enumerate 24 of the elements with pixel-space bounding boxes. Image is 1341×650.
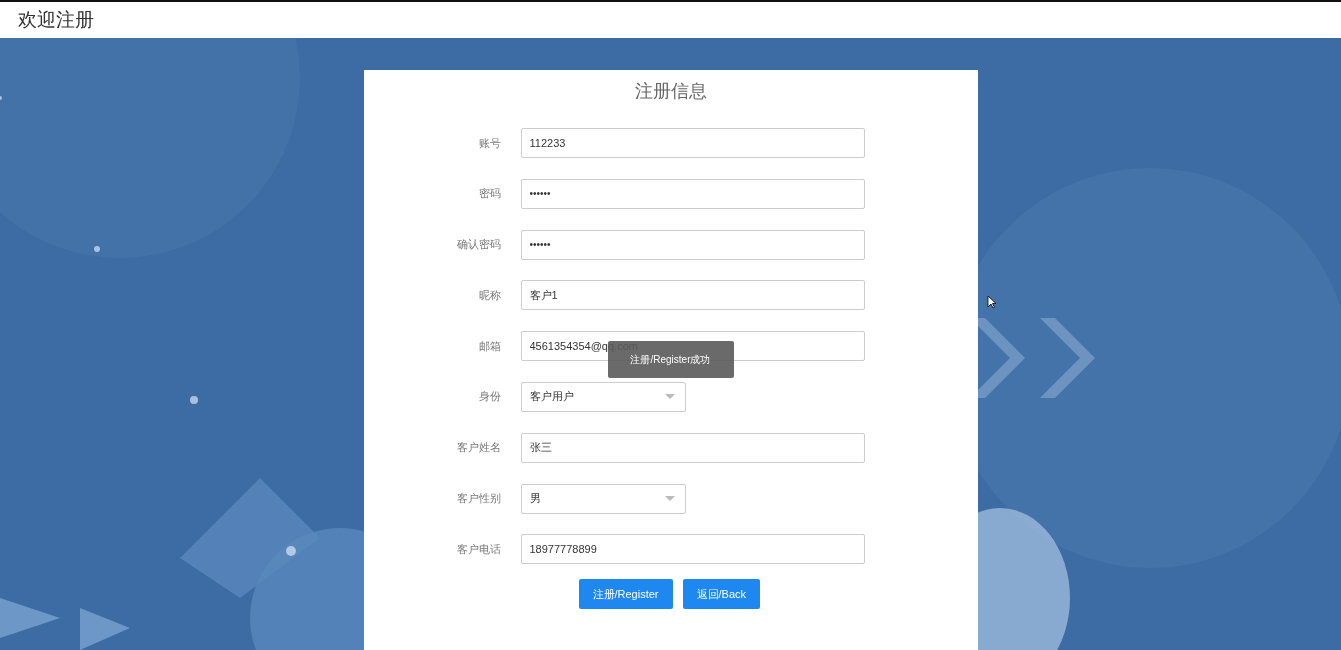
field-label: 客户姓名 xyxy=(455,440,502,456)
dropdown[interactable]: 客户用户 xyxy=(520,382,686,412)
input-field[interactable]: 张三 xyxy=(520,432,865,463)
password-field[interactable]: •••••• xyxy=(520,178,865,209)
caret-icon xyxy=(664,496,675,502)
cursor-icon xyxy=(987,295,997,309)
field-label: 确认密码 xyxy=(455,237,502,253)
field-label: 账号 xyxy=(477,135,502,151)
field-label: 客户电话 xyxy=(455,541,502,557)
input-field[interactable]: 112233 xyxy=(520,128,865,158)
register-button[interactable]: 注册/Register xyxy=(578,579,673,610)
back-button[interactable]: 返回/Back xyxy=(682,579,761,610)
caret-icon xyxy=(664,394,675,400)
password-field[interactable]: •••••• xyxy=(520,229,865,260)
page-title: 欢迎注册 xyxy=(18,8,94,32)
input-field[interactable]: 客户1 xyxy=(520,280,865,311)
input-field[interactable]: 18977778899 xyxy=(520,534,865,565)
form-title: 注册信息 xyxy=(633,80,708,103)
field-label: 邮箱 xyxy=(477,338,502,354)
field-label: 密码 xyxy=(477,186,502,202)
field-label: 客户性别 xyxy=(455,491,502,507)
field-label: 身份 xyxy=(477,389,502,405)
field-label: 昵称 xyxy=(477,287,502,303)
dropdown[interactable]: 男 xyxy=(520,483,686,514)
